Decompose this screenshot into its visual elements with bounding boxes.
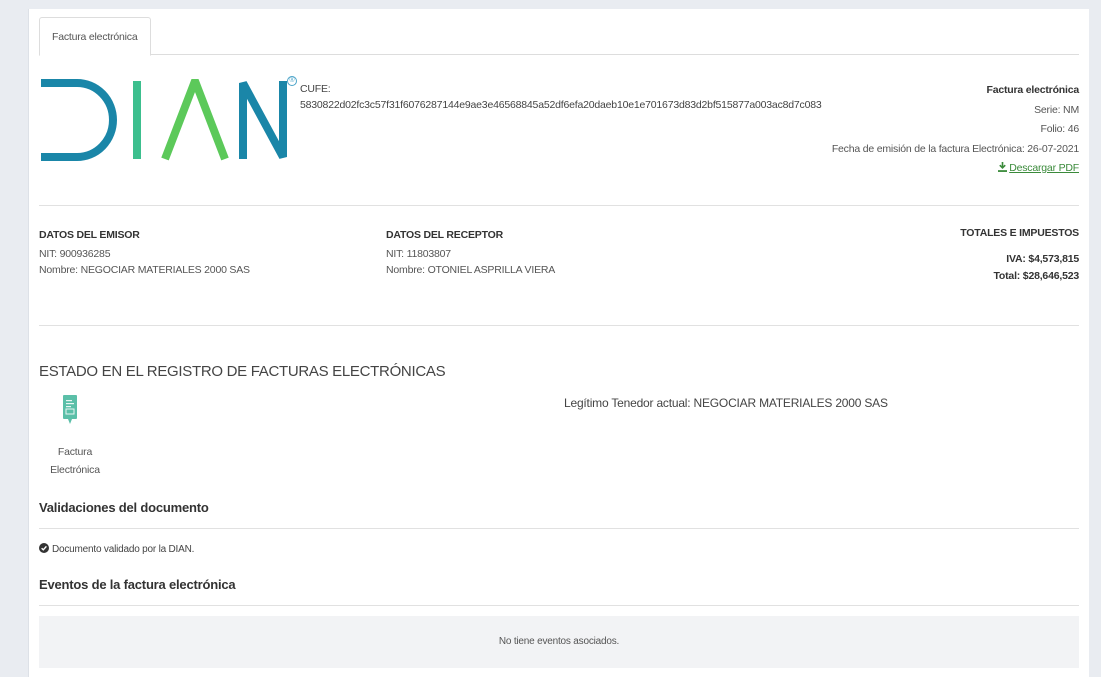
total-value: Total: $28,646,523: [993, 270, 1079, 282]
totales-block: TOTALES E IMPUESTOS IVA: $4,573,815 Tota…: [960, 227, 1079, 285]
iva-value: IVA: $4,573,815: [1006, 253, 1079, 265]
emisor-block: DATOS DEL EMISOR NIT: 900936285 Nombre: …: [39, 227, 250, 278]
invoice-info: Factura electrónica Serie: NM Folio: 46 …: [832, 81, 1079, 179]
receptor-block: DATOS DEL RECEPTOR NIT: 11803807 Nombre:…: [386, 227, 555, 278]
receptor-heading: DATOS DEL RECEPTOR: [386, 229, 503, 241]
eventos-empty-box: No tiene eventos asociados.: [39, 616, 1079, 668]
divider: [39, 528, 1079, 529]
eventos-empty-text: No tiene eventos asociados.: [498, 636, 620, 647]
factura-electronica-label: Factura Electrónica: [49, 443, 101, 479]
receptor-nombre: Nombre: OTONIEL ASPRILLA VIERA: [386, 264, 556, 276]
divider: [39, 205, 1079, 206]
registered-mark-icon: ®: [287, 76, 297, 86]
check-circle-icon: [39, 543, 49, 553]
icon-label-line-1: Factura: [57, 446, 93, 458]
invoice-serie: Serie: NM: [1034, 103, 1079, 116]
totales-heading: TOTALES E IMPUESTOS: [960, 227, 1079, 239]
emisor-nombre: Nombre: NEGOCIAR MATERIALES 2000 SAS: [39, 264, 250, 276]
tab-bar: Factura electrónica: [39, 17, 1079, 56]
cufe-value: 5830822d02fc3c57f31f6076287144e9ae3e4656…: [300, 99, 822, 111]
divider: [39, 605, 1079, 606]
receptor-nit: NIT: 11803807: [386, 248, 451, 260]
invoice-page: Factura electrónica ® CUFE: 5830822d02fc…: [28, 9, 1089, 677]
invoice-folio: Folio: 46: [1040, 123, 1080, 135]
cufe-block: CUFE: 5830822d02fc3c57f31f6076287144e9ae…: [300, 81, 822, 113]
icon-label-line-2: Electrónica: [50, 464, 100, 476]
eventos-title: Eventos de la factura electrónica: [39, 577, 236, 592]
invoice-issue-date: Fecha de emisión de la factura Electróni…: [831, 142, 1079, 155]
validation-text: Documento validado por la DIAN.: [52, 544, 195, 555]
emisor-nit: NIT: 900936285: [39, 248, 111, 260]
download-pdf-link[interactable]: Descargar PDF: [998, 162, 1079, 174]
validaciones-title: Validaciones del documento: [39, 500, 209, 515]
validation-item: Documento validado por la DIAN.: [39, 543, 194, 555]
estado-title: ESTADO EN EL REGISTRO DE FACTURAS ELECTR…: [39, 363, 446, 380]
download-icon: [998, 162, 1008, 172]
download-pdf-label: Descargar PDF: [1009, 162, 1079, 174]
dian-logo: [41, 79, 287, 161]
cufe-label: CUFE:: [300, 83, 331, 95]
tab-factura-electronica[interactable]: Factura electrónica: [39, 17, 151, 56]
invoice-type-title: Factura electrónica: [986, 84, 1080, 96]
legitimo-tenedor: Legítimo Tenedor actual: NEGOCIAR MATERI…: [564, 396, 888, 410]
emisor-heading: DATOS DEL EMISOR: [39, 229, 140, 241]
divider: [39, 325, 1079, 326]
invoice-document-icon[interactable]: [63, 395, 77, 425]
